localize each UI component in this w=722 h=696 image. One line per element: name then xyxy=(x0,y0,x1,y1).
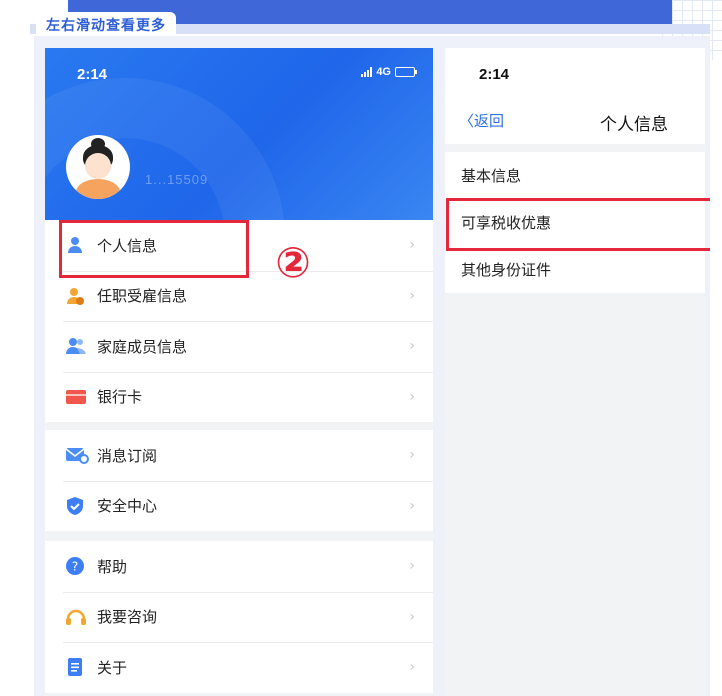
svg-text:?: ? xyxy=(72,560,78,574)
status-time: 2:14 xyxy=(479,66,510,83)
status-time: 2:14 xyxy=(77,66,108,83)
battery-icon xyxy=(395,67,417,77)
back-button[interactable]: 〈返回 xyxy=(459,110,504,131)
menu-item-help[interactable]: ? 帮助 › xyxy=(45,541,433,592)
menu-label: 消息订阅 xyxy=(97,446,158,465)
chevron-right-icon: › xyxy=(409,388,415,405)
menu-group-settings: 消息订阅 › 安全中心 › xyxy=(45,430,433,531)
menu-label: 家庭成员信息 xyxy=(97,337,188,356)
menu-item-security-center[interactable]: 安全中心 › xyxy=(45,480,433,532)
info-item-other-id[interactable]: 其他身份证件 xyxy=(445,246,705,293)
signal-icon xyxy=(361,67,373,77)
menu-label: 关于 xyxy=(97,658,128,677)
shield-icon xyxy=(65,496,85,516)
menu-label: 银行卡 xyxy=(97,388,143,407)
help-icon: ? xyxy=(65,556,85,576)
chevron-right-icon: › xyxy=(409,287,415,304)
menu-item-family-info[interactable]: 家庭成员信息 › xyxy=(45,321,433,372)
chevron-right-icon: › xyxy=(409,497,415,514)
menu-item-consult[interactable]: 我要咨询 › xyxy=(45,591,433,643)
menu-label: 任职受雇信息 xyxy=(97,287,188,306)
mail-icon xyxy=(65,445,89,465)
employee-icon xyxy=(65,286,85,306)
document-icon xyxy=(65,657,85,677)
chevron-right-icon: › xyxy=(409,558,415,575)
profile-header: 2:14 4G 1...15509 xyxy=(45,48,433,220)
info-item-basic[interactable]: 基本信息 xyxy=(445,152,705,199)
chevron-right-icon: › xyxy=(409,237,415,254)
chevron-right-icon: › xyxy=(409,608,415,625)
menu-label: 安全中心 xyxy=(97,497,158,516)
user-id: 1...15509 xyxy=(145,172,209,187)
highlight-box-personal-info xyxy=(59,220,249,278)
right-phone-screen: 2:14 〈返回 个人信息 基本信息 可享税收优惠 其他身份证件 xyxy=(445,48,705,696)
network-type: 4G xyxy=(376,66,391,78)
menu-group-support: ? 帮助 › 我要咨询 › 关于 › xyxy=(45,541,433,693)
chevron-right-icon: › xyxy=(409,338,415,355)
chevron-right-icon: › xyxy=(409,659,415,676)
menu-item-bank-card[interactable]: 银行卡 › xyxy=(45,371,433,423)
swipe-hint-tab: 左右滑动查看更多 xyxy=(36,12,176,38)
headset-icon xyxy=(65,607,86,627)
menu-label: 帮助 xyxy=(97,557,128,576)
nav-bar: 2:14 〈返回 个人信息 xyxy=(445,48,705,144)
menu-item-message-subscription[interactable]: 消息订阅 › xyxy=(45,430,433,481)
chevron-right-icon: › xyxy=(409,447,415,464)
menu-item-about[interactable]: 关于 › xyxy=(45,642,433,693)
avatar[interactable] xyxy=(66,135,130,199)
page-title: 个人信息 xyxy=(600,115,668,135)
bank-card-icon xyxy=(65,387,86,407)
step-number: ② xyxy=(275,238,311,287)
family-icon xyxy=(65,336,86,356)
highlight-box-tax-benefits xyxy=(446,198,710,251)
left-phone-screen: 2:14 4G 1...15509 个人信息 › 任职受雇信息 › 家庭成员信息… xyxy=(45,48,433,696)
status-indicators: 4G xyxy=(361,66,417,78)
menu-label: 我要咨询 xyxy=(97,608,158,627)
menu-item-employment-info[interactable]: 任职受雇信息 › xyxy=(45,270,433,322)
